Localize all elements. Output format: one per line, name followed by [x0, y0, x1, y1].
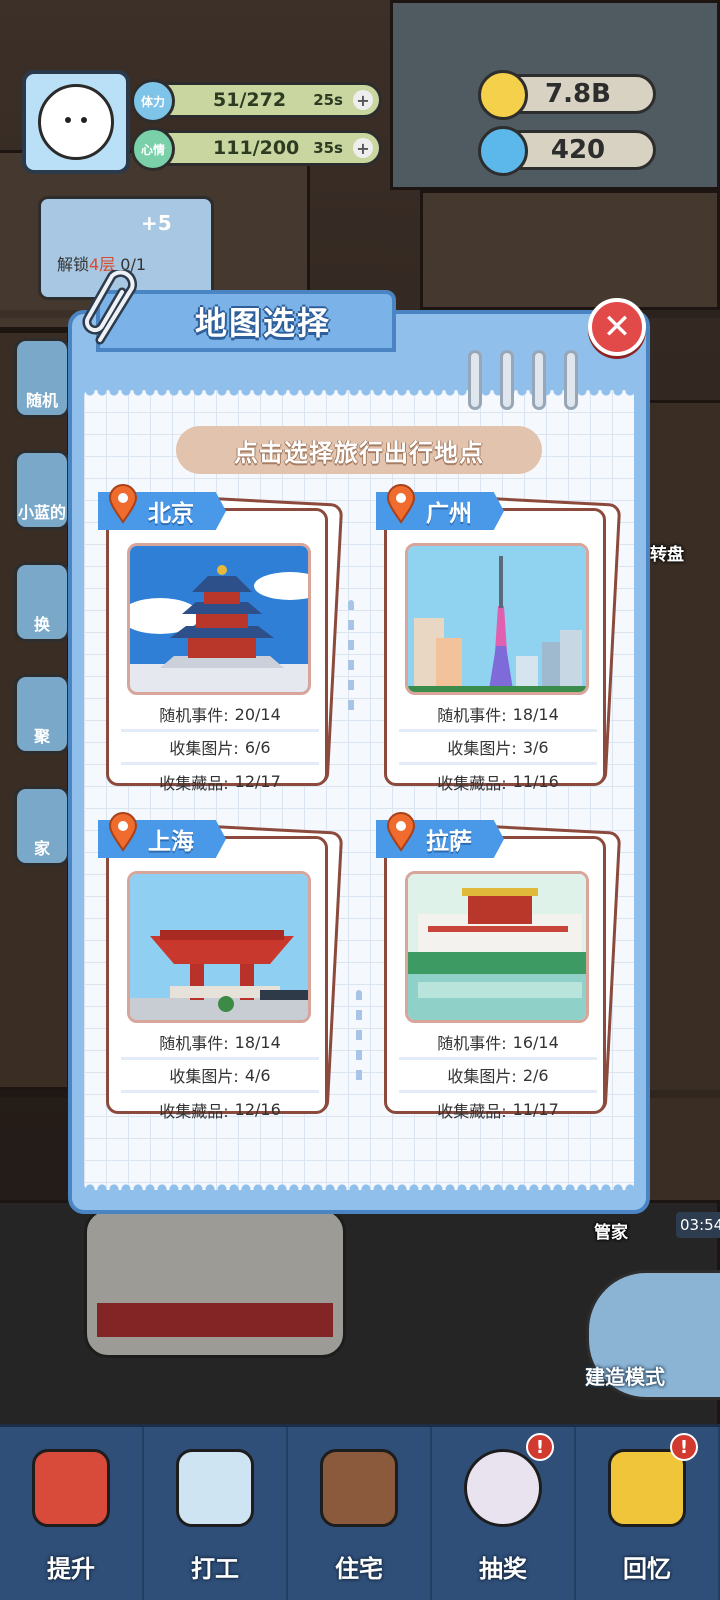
paper-edge-bottom — [84, 1184, 634, 1194]
stamina-value: 51/272 — [213, 89, 287, 111]
mood-icon: 心情 — [131, 127, 175, 171]
card-front: 随机事件: 18/14 收集图片: 3/6 收集藏品: 11/16 — [384, 508, 606, 793]
stat-row-items: 收集藏品: 11/17 — [437, 1100, 559, 1121]
unlock-badge: +5 — [141, 211, 172, 235]
binder-ring — [564, 350, 578, 410]
stat-row-photos: 收集图片: 2/6 — [399, 1060, 597, 1093]
city-stats: 随机事件: 18/14 收集图片: 3/6 收集藏品: 11/16 — [399, 699, 597, 798]
mood-bar[interactable]: 心情 111/200 35s + — [131, 127, 382, 171]
close-icon: ✕ — [602, 307, 632, 347]
add-mood-icon[interactable]: + — [353, 138, 373, 158]
stat-row-items: 收集藏品: 11/16 — [437, 772, 559, 793]
binder-ring — [532, 350, 546, 410]
nav-home[interactable]: 住宅 — [288, 1427, 432, 1600]
bottom-nav: 提升 打工 住宅 ! 抽奖 ! 回忆 — [0, 1424, 720, 1600]
butler-label[interactable]: 管家 — [594, 1218, 628, 1243]
stat-row-photos: 收集图片: 6/6 — [121, 732, 319, 765]
side-button-gather[interactable]: 聚 — [14, 674, 70, 754]
stat-row-events: 随机事件: 18/14 — [121, 1027, 319, 1060]
city-stats: 随机事件: 20/14 收集图片: 6/6 收集藏品: 12/17 — [121, 699, 319, 798]
city-photo — [127, 543, 311, 695]
side-button-xiaolan[interactable]: 小蓝的 — [14, 450, 70, 530]
stat-row-events: 随机事件: 16/14 — [399, 1027, 597, 1060]
city-photo — [127, 871, 311, 1023]
build-mode-button[interactable]: 建造模式 — [585, 1270, 720, 1400]
stamina-timer: 25s — [313, 91, 343, 109]
route-dots — [348, 600, 354, 720]
city-stats: 随机事件: 16/14 收集图片: 2/6 收集藏品: 11/17 — [399, 1027, 597, 1126]
side-button-swap[interactable]: 换 — [14, 562, 70, 642]
house-icon — [320, 1449, 398, 1527]
card-front: 随机事件: 20/14 收集图片: 6/6 收集藏品: 12/17 — [106, 508, 328, 793]
location-pin-icon — [386, 484, 416, 524]
china-pavilion-icon — [130, 874, 308, 1020]
book-icon — [32, 1449, 110, 1527]
modal-title: 地图选择 — [194, 304, 331, 342]
instruction-banner: 点击选择旅行出行地点 — [176, 426, 542, 474]
nav-work[interactable]: 打工 — [144, 1427, 288, 1600]
mood-value: 111/200 — [213, 137, 300, 159]
city-photo — [405, 871, 589, 1023]
coin-icon — [478, 70, 528, 120]
location-pin-icon — [108, 484, 138, 524]
potala-palace-icon — [408, 874, 586, 1020]
nav-upgrade[interactable]: 提升 — [0, 1427, 144, 1600]
location-pin-icon — [386, 812, 416, 852]
city-card-guangzhou[interactable]: 随机事件: 18/14 收集图片: 3/6 收集藏品: 11/16 广州 — [376, 484, 622, 793]
route-dots — [356, 990, 362, 1090]
stat-row-items: 收集藏品: 12/16 — [159, 1100, 281, 1121]
binder-ring — [500, 350, 514, 410]
canton-tower-icon — [408, 546, 586, 692]
stamina-bar[interactable]: 体力 51/272 25s + — [131, 79, 382, 123]
avatar-face — [38, 84, 114, 160]
gem-icon — [478, 126, 528, 176]
player-avatar[interactable] — [22, 70, 130, 174]
butler-timer: 03:54 — [676, 1212, 720, 1238]
city-card-lhasa[interactable]: 随机事件: 16/14 收集图片: 2/6 收集藏品: 11/17 拉萨 — [376, 812, 622, 1121]
binder-ring — [468, 350, 482, 410]
temple-of-heaven-icon — [130, 546, 308, 692]
binder-rings — [464, 350, 584, 412]
close-button[interactable]: ✕ — [588, 298, 646, 356]
gacha-icon — [464, 1449, 542, 1527]
city-card-shanghai[interactable]: 随机事件: 18/14 收集图片: 4/6 收集藏品: 12/16 上海 — [98, 812, 344, 1121]
card-front: 随机事件: 16/14 收集图片: 2/6 收集藏品: 11/17 — [384, 836, 606, 1121]
alert-icon: ! — [526, 1433, 554, 1461]
paperclip-icon — [82, 270, 138, 345]
alert-icon: ! — [670, 1433, 698, 1461]
stat-row-events: 随机事件: 18/14 — [399, 699, 597, 732]
stamina-icon: 体力 — [131, 79, 175, 123]
id-badge-icon — [176, 1449, 254, 1527]
nav-memory[interactable]: ! 回忆 — [576, 1427, 720, 1600]
stat-row-photos: 收集图片: 3/6 — [399, 732, 597, 765]
stat-row-events: 随机事件: 20/14 — [121, 699, 319, 732]
wheel-label[interactable]: 转盘 — [650, 540, 684, 565]
location-pin-icon — [108, 812, 138, 852]
card-front: 随机事件: 18/14 收集图片: 4/6 收集藏品: 12/16 — [106, 836, 328, 1121]
add-stamina-icon[interactable]: + — [353, 90, 373, 110]
nav-lottery[interactable]: ! 抽奖 — [432, 1427, 576, 1600]
side-button-random[interactable]: 随机 — [14, 338, 70, 418]
stat-row-photos: 收集图片: 4/6 — [121, 1060, 319, 1093]
city-card-beijing[interactable]: 随机事件: 20/14 收集图片: 6/6 收集藏品: 12/17 北京 — [98, 484, 344, 793]
city-stats: 随机事件: 18/14 收集图片: 4/6 收集藏品: 12/16 — [121, 1027, 319, 1126]
stat-row-items: 收集藏品: 12/17 — [159, 772, 281, 793]
side-button-home[interactable]: 家 — [14, 786, 70, 866]
city-photo — [405, 543, 589, 695]
camera-icon — [608, 1449, 686, 1527]
mood-timer: 35s — [313, 139, 343, 157]
